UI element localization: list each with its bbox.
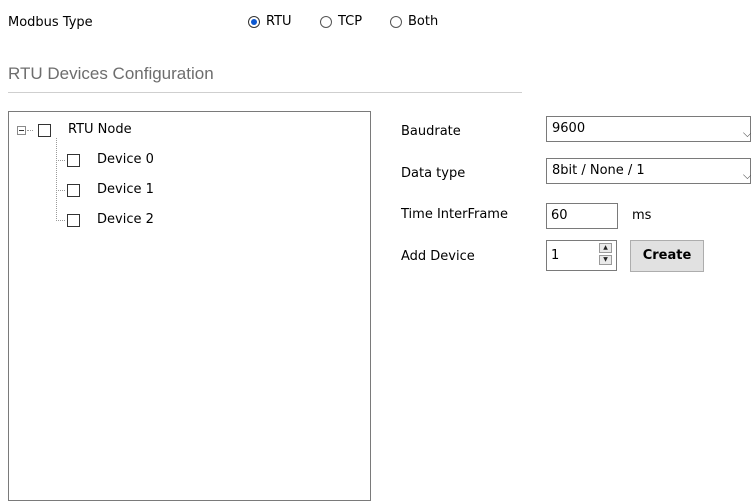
spin-down-icon[interactable]: ▼	[599, 255, 612, 265]
radio-unselected-icon	[390, 16, 402, 28]
device-checkbox[interactable]	[67, 184, 80, 197]
tree-connector	[56, 220, 65, 221]
chevron-down-icon: ⌵	[742, 126, 751, 140]
tree-item-label: Device 0	[97, 152, 154, 167]
device-count-stepper[interactable]: 1 ▲ ▼	[546, 240, 617, 271]
device-checkbox[interactable]	[67, 154, 80, 167]
datatype-label: Data type	[401, 166, 466, 181]
radio-tcp[interactable]: TCP	[320, 13, 362, 31]
modbus-type-label: Modbus Type	[8, 15, 93, 30]
datatype-select[interactable]: 8bit / None / 1 ⌵	[546, 158, 751, 184]
radio-selected-icon	[248, 16, 260, 28]
chevron-down-icon: ⌵	[742, 168, 751, 182]
tree-item-label: Device 1	[97, 182, 154, 197]
tree-connector	[56, 190, 65, 191]
baudrate-label: Baudrate	[401, 124, 461, 139]
radio-rtu[interactable]: RTU	[248, 13, 292, 31]
radio-both-label: Both	[408, 14, 439, 29]
device-tree[interactable]: RTU Node Device 0 Device 1 Device 2	[8, 111, 371, 501]
tree-connector	[27, 130, 33, 131]
radio-tcp-label: TCP	[338, 14, 363, 29]
radio-unselected-icon	[320, 16, 332, 28]
interframe-input[interactable]: 60	[546, 203, 618, 229]
interframe-label: Time InterFrame	[401, 207, 508, 222]
interframe-unit: ms	[632, 208, 652, 223]
root-checkbox[interactable]	[38, 124, 51, 137]
spin-up-icon[interactable]: ▲	[599, 243, 612, 253]
device-count-value: 1	[551, 248, 560, 263]
collapse-icon[interactable]	[17, 126, 26, 135]
datatype-value: 8bit / None / 1	[552, 163, 645, 178]
create-button[interactable]: Create	[630, 240, 704, 272]
tree-connector	[56, 138, 57, 221]
section-divider	[8, 92, 522, 93]
radio-rtu-label: RTU	[266, 14, 292, 29]
adddevice-label: Add Device	[401, 249, 475, 264]
baudrate-value: 9600	[552, 121, 586, 136]
tree-item-label: Device 2	[97, 212, 154, 227]
baudrate-select[interactable]: 9600 ⌵	[546, 116, 751, 142]
radio-both[interactable]: Both	[390, 13, 438, 31]
section-title: RTU Devices Configuration	[8, 64, 214, 83]
device-checkbox[interactable]	[67, 214, 80, 227]
tree-connector	[56, 160, 65, 161]
tree-root-label: RTU Node	[68, 122, 132, 137]
